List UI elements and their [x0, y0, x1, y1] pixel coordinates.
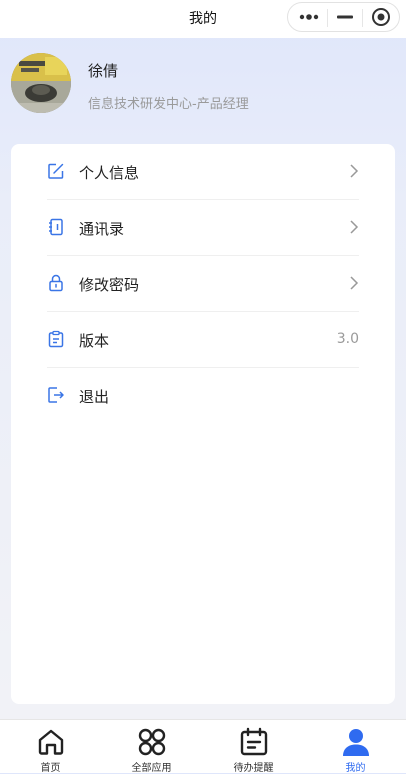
menu-item-contacts[interactable]: 通讯录 — [47, 200, 359, 256]
menu-item-logout[interactable]: 退出 — [47, 368, 359, 424]
menu-item-label: 版本 — [79, 332, 110, 350]
menu-card: 个人信息 通讯录 修改密码 版本 3.0 退出 — [11, 144, 395, 704]
apps-grid-icon — [138, 728, 165, 756]
top-nav-bar: 我的 — [0, 0, 406, 38]
minimize-button[interactable] — [328, 3, 362, 31]
menu-item-label: 修改密码 — [79, 276, 140, 294]
menu-item-label: 退出 — [79, 388, 110, 406]
more-dots-icon — [299, 14, 318, 20]
chevron-right-icon — [350, 220, 359, 234]
menu-item-change-password[interactable]: 修改密码 — [47, 256, 359, 312]
calendar-todo-icon — [240, 727, 267, 756]
target-close-icon — [372, 8, 390, 26]
lock-icon — [49, 274, 63, 292]
menu-item-personal-info[interactable]: 个人信息 — [47, 144, 359, 200]
minimize-icon — [337, 15, 353, 19]
edit-square-icon — [48, 163, 64, 179]
home-icon — [38, 729, 63, 755]
profile-header: 徐倩 信息技术研发中心-产品经理 — [0, 38, 406, 144]
user-name: 徐倩 — [88, 62, 119, 80]
chevron-right-icon — [350, 164, 359, 178]
more-button[interactable] — [290, 3, 327, 31]
tab-all-apps[interactable]: 全部应用 — [101, 720, 202, 774]
menu-item-label: 个人信息 — [79, 164, 140, 182]
menu-item-version: 版本 3.0 — [47, 312, 359, 368]
user-department: 信息技术研发中心-产品经理 — [88, 97, 249, 112]
bottom-tab-bar: 首页 全部应用 待办提醒 我的 — [0, 719, 406, 774]
menu-item-label: 通讯录 — [79, 220, 125, 238]
address-book-icon — [49, 218, 63, 236]
tab-label: 首页 — [40, 763, 61, 774]
tab-mine[interactable]: 我的 — [305, 720, 406, 774]
mini-program-capsule — [287, 2, 400, 32]
tab-label: 我的 — [345, 763, 366, 774]
tab-home[interactable]: 首页 — [0, 720, 101, 774]
close-button[interactable] — [363, 3, 399, 31]
version-value: 3.0 — [336, 331, 359, 347]
person-icon — [342, 729, 369, 756]
avatar[interactable] — [11, 53, 71, 113]
logout-icon — [48, 387, 64, 403]
tab-label: 待办提醒 — [233, 763, 274, 774]
tab-label: 全部应用 — [131, 763, 172, 774]
user-avatar-photo — [11, 53, 71, 113]
chevron-right-icon — [350, 276, 359, 290]
clipboard-icon — [48, 330, 64, 348]
tab-todo-reminders[interactable]: 待办提醒 — [203, 720, 304, 774]
